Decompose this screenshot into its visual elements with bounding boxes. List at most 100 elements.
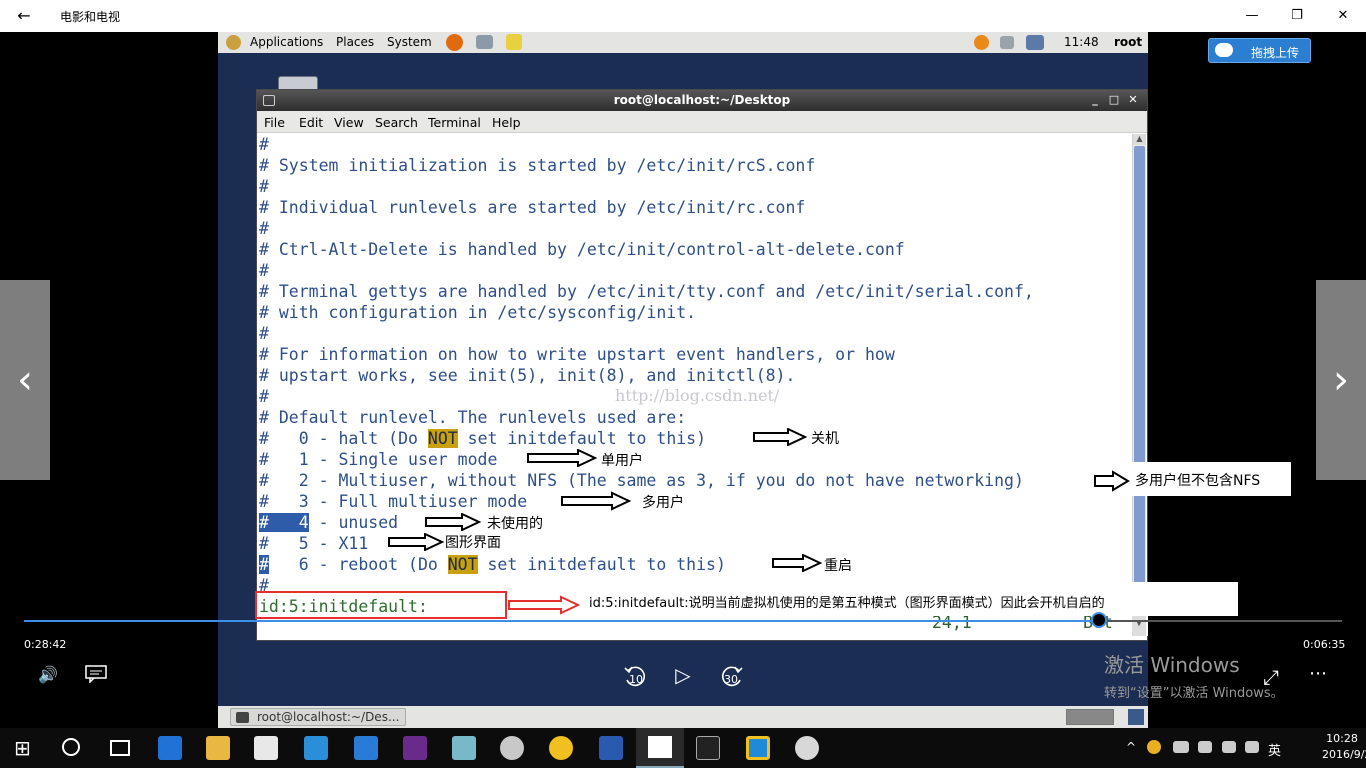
blog-watermark: http://blog.csdn.net/ xyxy=(615,386,780,405)
terminal-menubar: File Edit View Search Terminal Help xyxy=(257,111,1147,133)
skip-forward-seconds: 30 xyxy=(724,673,738,686)
panel-menu-places[interactable]: Places xyxy=(336,35,374,49)
activation-watermark: 激活 Windows 转到“设置”以激活 Windows。 xyxy=(1104,649,1284,701)
arrow-icon xyxy=(753,428,808,446)
menu-view[interactable]: View xyxy=(334,115,364,130)
speaker-tray-icon[interactable] xyxy=(1222,741,1236,753)
previous-button[interactable]: ‹ xyxy=(0,280,50,480)
word-icon[interactable] xyxy=(599,736,623,760)
selection-highlight: # xyxy=(259,555,269,574)
store-icon[interactable] xyxy=(254,736,278,760)
panel-menu-system[interactable]: System xyxy=(387,35,432,49)
text-line: # xyxy=(259,324,269,343)
notes-icon[interactable] xyxy=(506,34,522,50)
vm-icon[interactable] xyxy=(746,736,770,760)
panel-menu-applications[interactable]: Applications xyxy=(250,35,323,49)
volume-icon[interactable] xyxy=(1000,36,1014,49)
terminal-scrollbar[interactable]: ▲ xyxy=(1132,134,1146,612)
seek-progress xyxy=(24,620,1100,622)
network-tray-icon[interactable] xyxy=(1198,741,1212,753)
runlevel-6-line: # 6 - reboot (Do NOT set initdefault to … xyxy=(259,554,726,575)
scrollbar-thumb[interactable] xyxy=(1134,146,1145,596)
messaging-icon[interactable] xyxy=(354,736,378,760)
volume-icon[interactable]: 🔊 xyxy=(36,665,60,684)
terminal-close-button[interactable]: ✕ xyxy=(1127,93,1139,106)
app-title: 电影和电视 xyxy=(60,10,121,24)
qq-icon[interactable] xyxy=(1147,740,1161,754)
text-segment: - unused xyxy=(308,513,399,532)
menu-edit[interactable]: Edit xyxy=(299,115,323,130)
more-icon[interactable]: ⋯ xyxy=(1305,663,1331,684)
terminal-maximize-button[interactable]: □ xyxy=(1108,93,1120,106)
text-line: # xyxy=(259,387,269,406)
skip-back-seconds: 10 xyxy=(629,673,643,686)
text-line: # xyxy=(259,135,269,154)
seek-bar[interactable] xyxy=(24,612,1342,628)
text-line: # System initialization is started by /e… xyxy=(259,156,816,175)
annotation-single-user: 单用户 xyxy=(601,453,643,469)
system-clock[interactable]: 10:28 2016/9/2 xyxy=(1322,731,1366,763)
back-icon[interactable]: ← xyxy=(12,4,36,28)
activation-title: 激活 Windows xyxy=(1104,653,1240,677)
tray-chevron-icon[interactable]: ^ xyxy=(1126,740,1136,754)
chrome-icon[interactable] xyxy=(549,736,573,760)
mail-icon[interactable] xyxy=(476,35,493,49)
paint-icon[interactable] xyxy=(500,736,524,760)
next-button[interactable]: › xyxy=(1316,280,1366,480)
menu-file[interactable]: File xyxy=(264,115,285,130)
network-icon[interactable] xyxy=(1026,35,1044,50)
annotation-multi-nfs: 多用户但不包含NFS xyxy=(1131,462,1291,496)
search-icon[interactable] xyxy=(62,738,80,756)
runlevel-4-line: # 4 - unused xyxy=(259,512,398,533)
firefox-icon[interactable] xyxy=(446,34,463,51)
task-view-icon[interactable] xyxy=(110,740,130,756)
edge-icon[interactable] xyxy=(158,736,182,760)
game-icon[interactable] xyxy=(403,736,427,760)
menu-search[interactable]: Search xyxy=(375,115,418,130)
play-button[interactable]: ▷ xyxy=(671,663,695,687)
app-icon[interactable] xyxy=(304,736,328,760)
text-line: # xyxy=(259,177,269,196)
remaining-time: 0:06:35 xyxy=(1303,638,1346,651)
close-button[interactable]: ✕ xyxy=(1329,4,1357,28)
subtitles-icon[interactable] xyxy=(84,665,108,684)
arrow-icon xyxy=(425,513,482,531)
windows-taskbar: ⊞ ^ 英 10:28 2016/9/2 xyxy=(0,728,1366,768)
cloud-icon xyxy=(1215,43,1233,57)
text-line: # xyxy=(259,219,269,238)
ime-indicator[interactable]: 英 xyxy=(1268,740,1281,759)
upload-button[interactable]: 拖拽上传 xyxy=(1208,38,1311,63)
selection-highlight: # 4 xyxy=(259,513,309,532)
battery-icon[interactable] xyxy=(1173,741,1189,753)
runlevel-1-line: # 1 - Single user mode xyxy=(259,450,498,469)
tool-icon[interactable] xyxy=(452,736,476,760)
panel-user[interactable]: root xyxy=(1114,35,1142,49)
arrow-icon xyxy=(772,554,823,572)
satellite-icon[interactable] xyxy=(795,736,819,760)
text-line: # with configuration in /etc/sysconfig/i… xyxy=(259,303,697,322)
search-highlight: NOT xyxy=(427,429,458,448)
start-icon[interactable]: ⊞ xyxy=(14,736,31,760)
terminal-minimize-button[interactable]: _ xyxy=(1089,93,1101,106)
menu-help[interactable]: Help xyxy=(492,115,521,130)
restore-button[interactable]: ❐ xyxy=(1283,4,1311,28)
cmd-icon[interactable] xyxy=(696,736,720,760)
seek-thumb[interactable] xyxy=(1091,612,1108,628)
upload-button-label: 拖拽上传 xyxy=(1251,46,1300,60)
text-line: # Default runlevel. The runlevels used a… xyxy=(259,408,687,427)
clapper-icon xyxy=(648,736,672,758)
skip-forward-button[interactable]: 30 xyxy=(719,663,745,689)
skip-back-button[interactable]: 10 xyxy=(622,663,648,689)
minimize-button[interactable]: — xyxy=(1238,4,1266,28)
panel-clock[interactable]: 11:48 xyxy=(1064,35,1099,49)
menu-terminal[interactable]: Terminal xyxy=(428,115,481,130)
movies-tv-taskbar-item[interactable] xyxy=(636,728,684,768)
input-tray-icon[interactable] xyxy=(1245,741,1259,753)
file-explorer-icon[interactable] xyxy=(206,736,230,760)
scroll-up-icon[interactable]: ▲ xyxy=(1133,134,1146,145)
gnome-foot-icon xyxy=(226,35,241,50)
update-icon[interactable] xyxy=(974,35,989,50)
terminal-window[interactable]: root@localhost:~/Desktop _ □ ✕ File Edit… xyxy=(256,89,1148,641)
runlevel-0-line: # 0 - halt (Do NOT set initdefault to th… xyxy=(259,428,706,449)
text-segment: set initdefault to this) xyxy=(457,429,707,448)
